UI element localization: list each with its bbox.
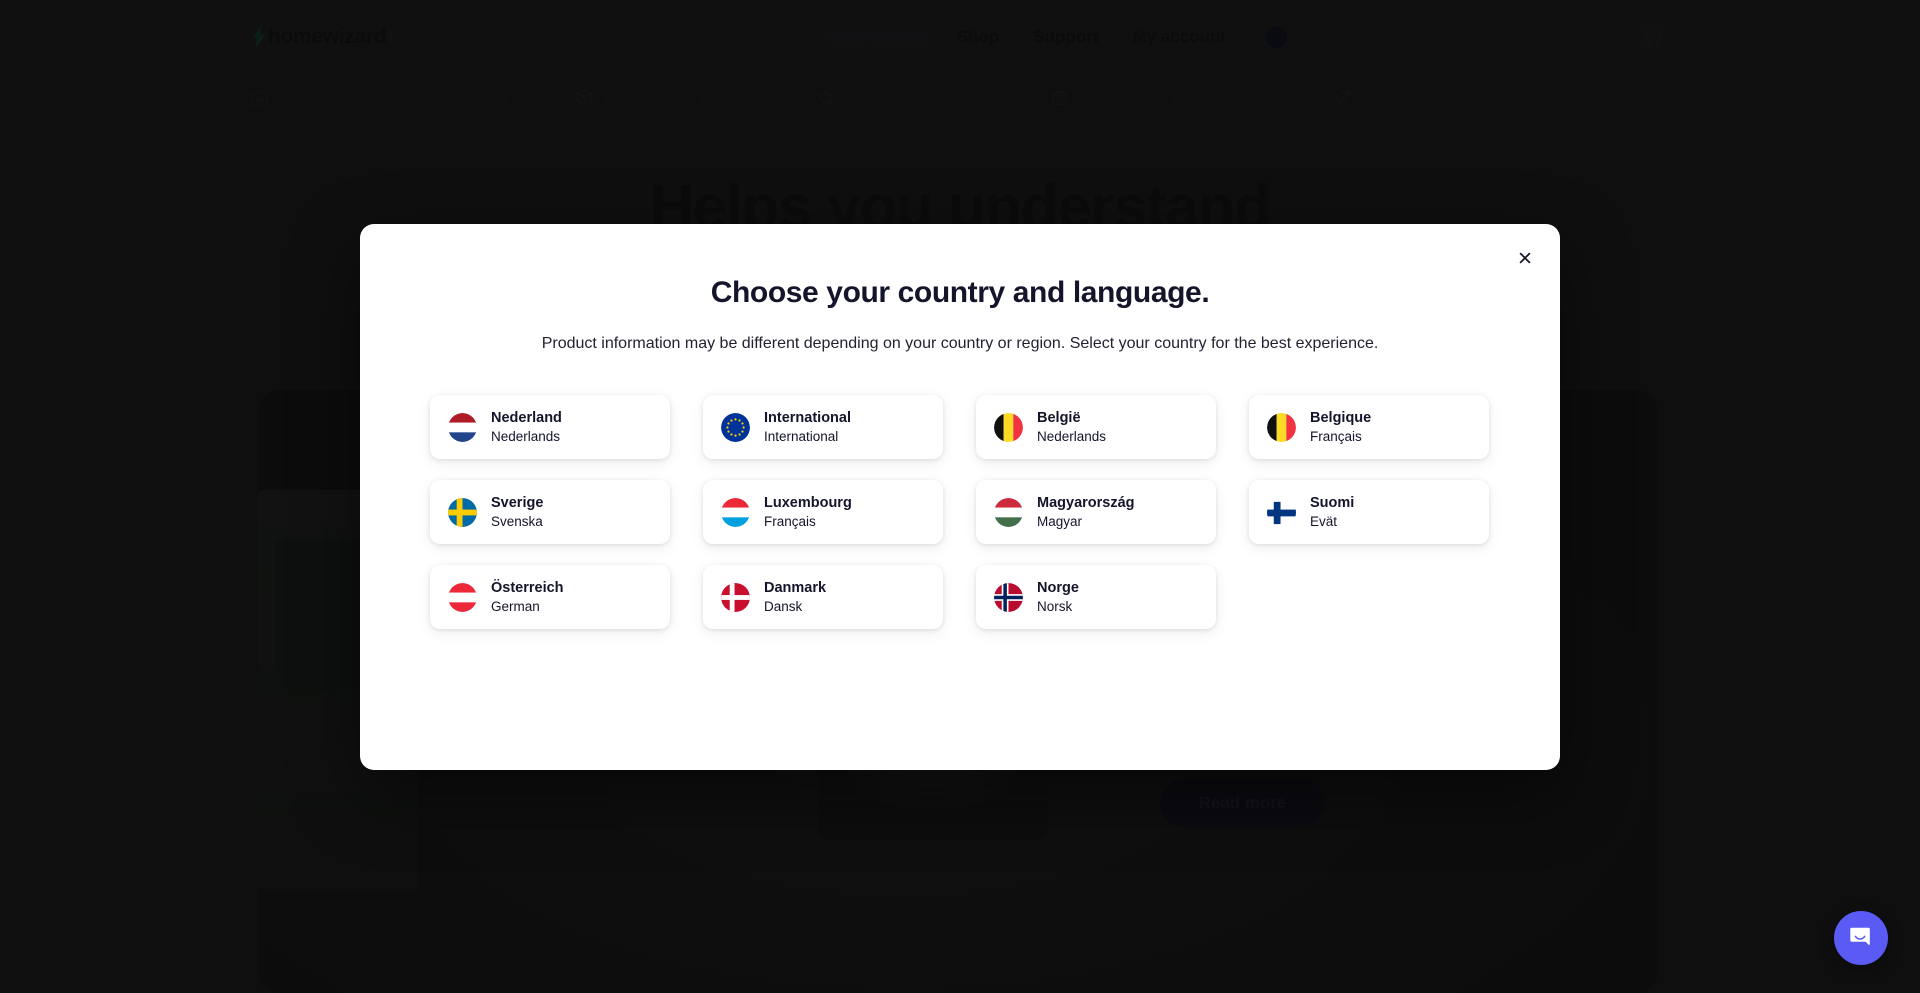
- close-icon[interactable]: [1508, 241, 1542, 275]
- country-card[interactable]: België Nederlands: [976, 395, 1216, 459]
- country-name: Österreich: [491, 580, 564, 596]
- country-card-text: Nederland Nederlands: [491, 410, 562, 444]
- country-card-text: Österreich German: [491, 580, 564, 614]
- country-language: Evät: [1310, 514, 1338, 529]
- flag-icon-lu: [721, 497, 750, 527]
- country-card-text: België Nederlands: [1037, 410, 1106, 444]
- modal-subtitle: Product information may be different dep…: [541, 335, 1379, 352]
- flag-icon-fi: [1267, 498, 1296, 527]
- flag-icon-be: [994, 412, 1023, 442]
- country-language: Français: [1310, 429, 1362, 444]
- chat-bubble-icon[interactable]: [1834, 911, 1888, 965]
- country-language: Magyar: [1037, 514, 1083, 529]
- country-card[interactable]: Magyarország Magyar: [976, 480, 1216, 544]
- country-language: International: [764, 429, 839, 444]
- country-card[interactable]: Norge Norsk: [976, 565, 1216, 629]
- country-grid: Nederland Nederlands International Internat…: [430, 395, 1490, 629]
- country-name: Magyarország: [1037, 495, 1135, 511]
- country-card[interactable]: Luxembourg Français: [703, 480, 943, 544]
- country-language: Nederlands: [1037, 429, 1107, 444]
- modal-title: Choose your country and language.: [710, 276, 1210, 309]
- flag-icon-dk: [721, 582, 750, 612]
- flag-icon-at: [448, 582, 477, 612]
- flag-icon-se: [448, 497, 477, 527]
- country-name: Suomi: [1310, 495, 1355, 511]
- flag-icon-nl: [448, 412, 477, 442]
- country-language: Français: [764, 514, 816, 529]
- country-name: Sverige: [491, 495, 544, 511]
- country-name: Luxembourg: [764, 495, 852, 511]
- country-name: Danmark: [764, 580, 827, 596]
- flag-icon-hu: [994, 497, 1023, 527]
- country-card[interactable]: Nederland Nederlands: [430, 395, 670, 459]
- country-card-text: Luxembourg Français: [764, 495, 852, 529]
- country-name: International: [764, 410, 852, 426]
- country-language: German: [491, 599, 540, 614]
- country-language: Svenska: [491, 514, 543, 529]
- country-card[interactable]: Suomi Evät: [1249, 480, 1489, 544]
- country-card-text: Norge Norsk: [1037, 580, 1079, 614]
- country-card[interactable]: International International: [703, 395, 943, 459]
- country-card[interactable]: Danmark Dansk: [703, 565, 943, 629]
- country-card-text: Suomi Evät: [1310, 495, 1354, 529]
- country-card-text: International International: [764, 410, 851, 444]
- country-language: Norsk: [1037, 599, 1073, 614]
- flag-icon-no: [994, 582, 1023, 612]
- country-card-text: Sverige Svenska: [491, 495, 543, 529]
- country-card-text: Belgique Français: [1310, 410, 1371, 444]
- country-name: België: [1037, 410, 1081, 426]
- flag-icon-be: [1267, 412, 1296, 442]
- country-name: Nederland: [491, 410, 562, 426]
- country-name: Belgique: [1310, 410, 1372, 426]
- country-language: Nederlands: [491, 429, 561, 444]
- country-card[interactable]: Sverige Svenska: [430, 480, 670, 544]
- country-card-text: Magyarország Magyar: [1037, 495, 1135, 529]
- country-card-text: Danmark Dansk: [764, 580, 826, 614]
- country-name: Norge: [1037, 580, 1079, 596]
- flag-icon-eu: [721, 412, 750, 442]
- country-language-modal: Choose your country and language. Produc…: [360, 224, 1560, 770]
- country-card[interactable]: Österreich German: [430, 565, 670, 629]
- country-card[interactable]: Belgique Français: [1249, 395, 1489, 459]
- country-language: Dansk: [764, 599, 803, 614]
